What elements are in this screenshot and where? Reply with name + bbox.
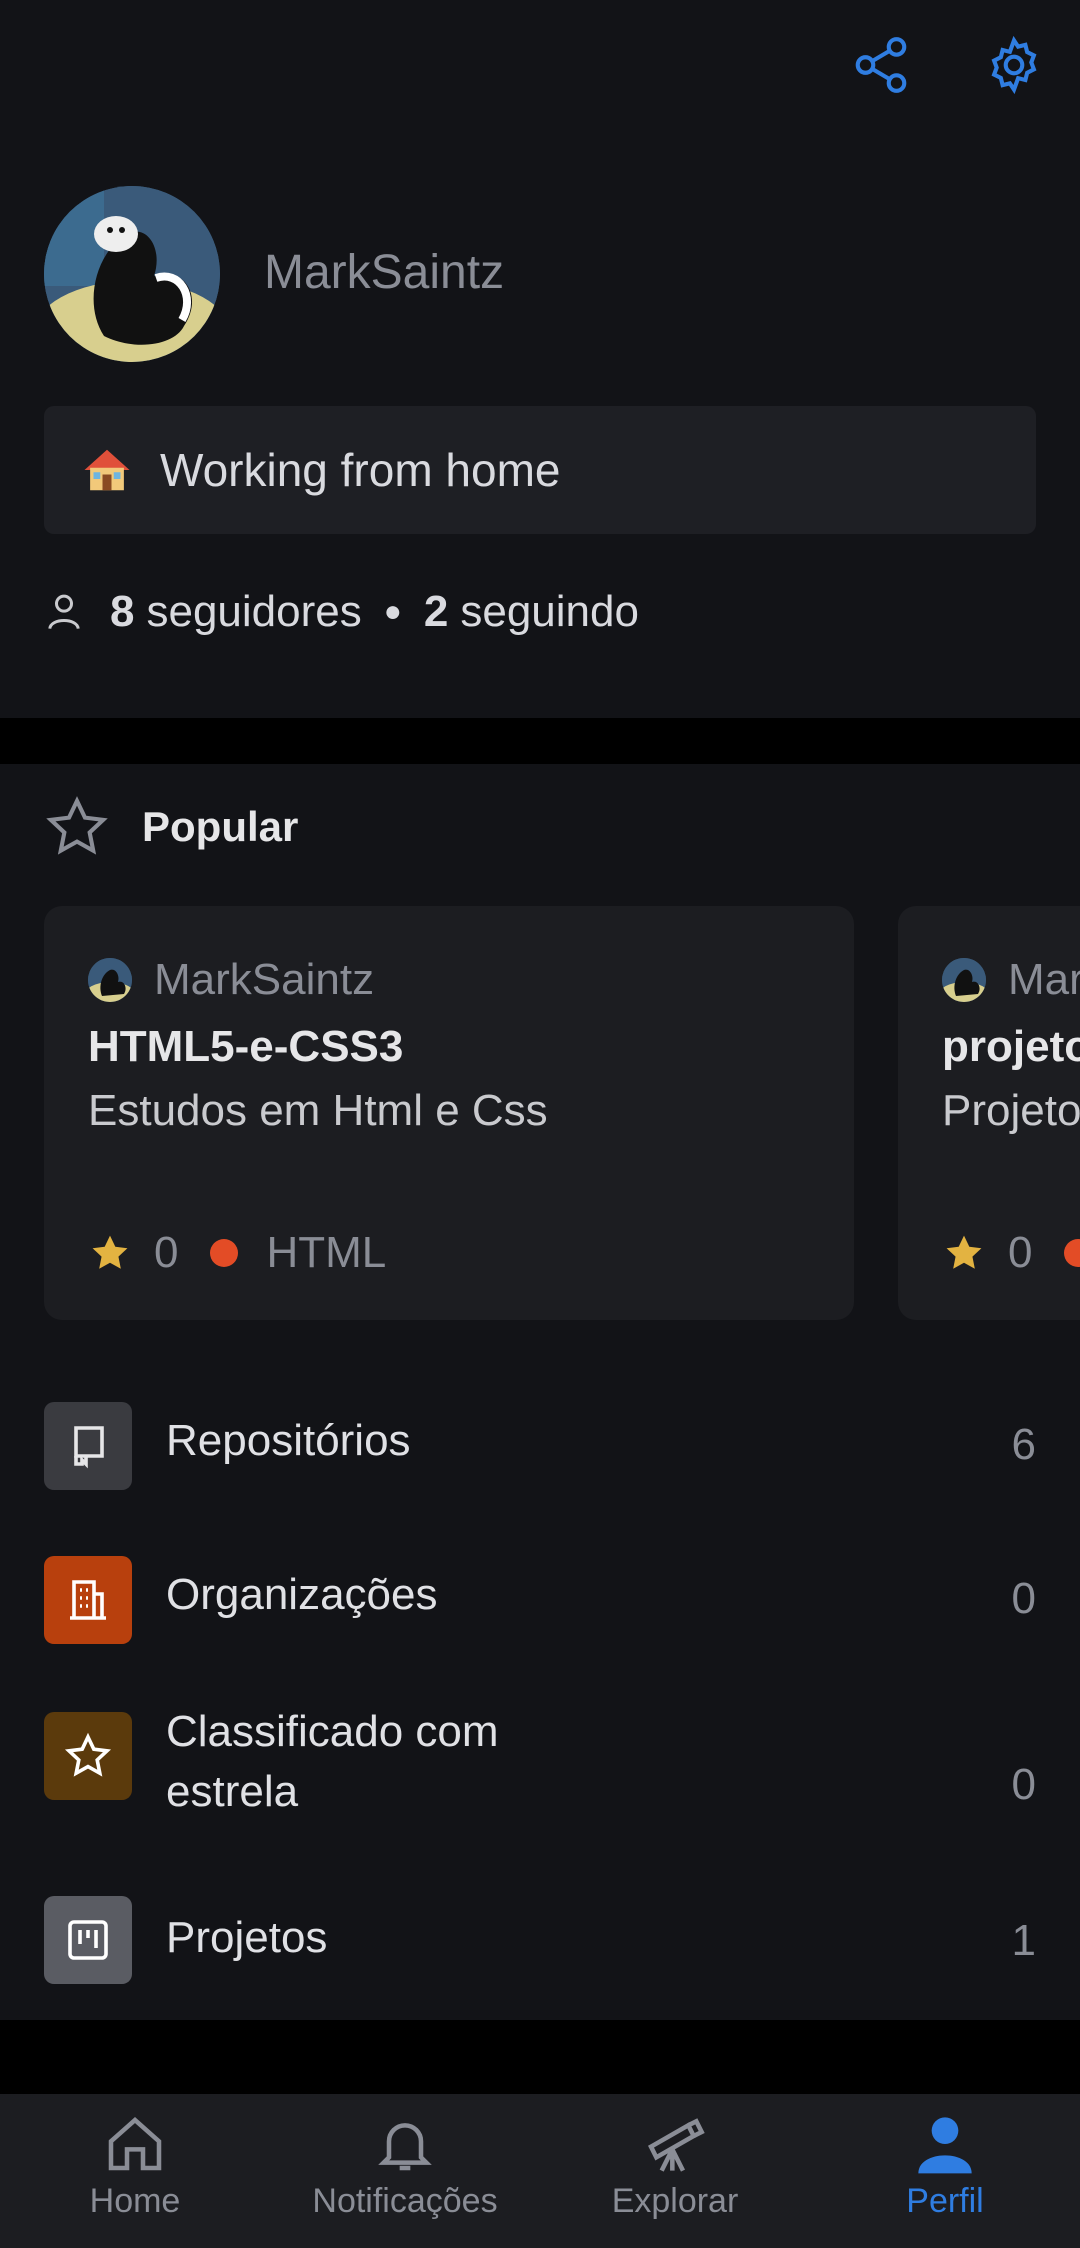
following-label: seguindo bbox=[460, 587, 639, 636]
profile-menu: Repositórios 6 Organizações 0 Classifica… bbox=[0, 1364, 1080, 2020]
nav-home[interactable]: Home bbox=[0, 2112, 270, 2221]
card-owner-name: MarkSaintz bbox=[1008, 955, 1080, 1004]
menu-item-label: Organizações bbox=[166, 1570, 438, 1619]
nav-notifications[interactable]: Notificações bbox=[270, 2112, 540, 2221]
card-language: HTML bbox=[266, 1228, 387, 1277]
language-color-dot bbox=[210, 1239, 239, 1267]
bell-icon bbox=[378, 2123, 432, 2171]
star-icon bbox=[44, 1712, 132, 1800]
card-description: Projeto bbox=[942, 1086, 1080, 1135]
card-stars: 0 bbox=[1008, 1228, 1033, 1277]
project-icon bbox=[44, 1896, 132, 1984]
menu-item-count: 6 bbox=[1011, 1420, 1036, 1469]
person-icon bbox=[918, 2117, 972, 2174]
nav-profile[interactable]: Perfil bbox=[810, 2112, 1080, 2221]
card-repo-name: HTML5-e-CSS3 bbox=[88, 1022, 404, 1071]
organization-icon bbox=[44, 1556, 132, 1644]
menu-item-count: 1 bbox=[1011, 1916, 1036, 1965]
avatar bbox=[88, 958, 132, 1002]
profile-section: MarkSaintz Working from home 8 seguidore… bbox=[0, 0, 1080, 718]
bottom-navigation: Home Notificações Explorar Perfil bbox=[0, 2094, 1080, 2248]
avatar bbox=[942, 958, 986, 1002]
star-filled-icon bbox=[946, 1235, 982, 1269]
separator-dot: ● bbox=[383, 595, 402, 628]
following-count: 2 bbox=[423, 587, 449, 636]
nav-label: Perfil bbox=[906, 2182, 984, 2220]
card-owner: MarkSaintz bbox=[942, 954, 1080, 1006]
card-meta: 0 bbox=[942, 1228, 1080, 1278]
menu-item-projects[interactable]: Projetos 1 bbox=[0, 1860, 1080, 2020]
followers-count: 8 bbox=[110, 587, 135, 636]
menu-item-count: 0 bbox=[1011, 1574, 1036, 1623]
nav-label: Notificações bbox=[312, 2182, 498, 2220]
share-icon[interactable] bbox=[850, 34, 912, 96]
telescope-icon bbox=[648, 2118, 705, 2172]
follow-stats[interactable]: 8 seguidores ● 2 seguindo bbox=[44, 580, 639, 644]
card-owner-name: MarkSaintz bbox=[154, 955, 375, 1004]
repo-card[interactable]: MarkSaintz HTML5-e-CSS3 Estudos em Html … bbox=[44, 906, 854, 1320]
followers-label: seguidores bbox=[146, 587, 362, 636]
popular-header: Popular bbox=[44, 794, 298, 860]
menu-item-label: Classificado com estrela bbox=[166, 1707, 499, 1816]
status-text: Working from home bbox=[160, 444, 561, 496]
popular-section: Popular MarkSaintz HTML5-e-CSS3 Estudos … bbox=[0, 764, 1080, 1364]
status-box[interactable]: Working from home bbox=[44, 406, 1036, 534]
nav-explore[interactable]: Explorar bbox=[540, 2112, 810, 2221]
menu-item-count: 0 bbox=[1011, 1760, 1036, 1809]
menu-item-organizations[interactable]: Organizações 0 bbox=[0, 1518, 1080, 1672]
menu-item-label: Repositórios bbox=[166, 1416, 411, 1465]
username: MarkSaintz bbox=[264, 246, 505, 299]
menu-item-starred[interactable]: Classificado com estrela 0 bbox=[0, 1672, 1080, 1860]
star-filled-icon bbox=[92, 1235, 128, 1269]
nav-label: Explorar bbox=[611, 2182, 739, 2220]
card-owner: MarkSaintz bbox=[88, 954, 810, 1006]
home-icon bbox=[108, 2116, 162, 2171]
popular-title: Popular bbox=[142, 803, 299, 850]
nav-label: Home bbox=[89, 2182, 181, 2220]
card-repo-name: projeto bbox=[942, 1022, 1080, 1071]
language-color-dot bbox=[1064, 1239, 1080, 1267]
card-description: Estudos em Html e Css bbox=[88, 1086, 548, 1135]
repo-card[interactable]: MarkSaintz projeto Projeto 0 bbox=[898, 906, 1080, 1320]
menu-item-repositories[interactable]: Repositórios 6 bbox=[0, 1364, 1080, 1518]
card-meta: 0 HTML bbox=[88, 1228, 386, 1278]
card-stars: 0 bbox=[154, 1228, 179, 1277]
menu-item-label: Projetos bbox=[166, 1913, 328, 1962]
repo-icon bbox=[44, 1402, 132, 1490]
settings-gear-icon[interactable] bbox=[983, 34, 1045, 96]
person-outline-icon bbox=[48, 594, 80, 630]
star-outline-icon bbox=[46, 796, 108, 855]
avatar[interactable] bbox=[44, 186, 220, 362]
house-icon bbox=[84, 449, 130, 491]
